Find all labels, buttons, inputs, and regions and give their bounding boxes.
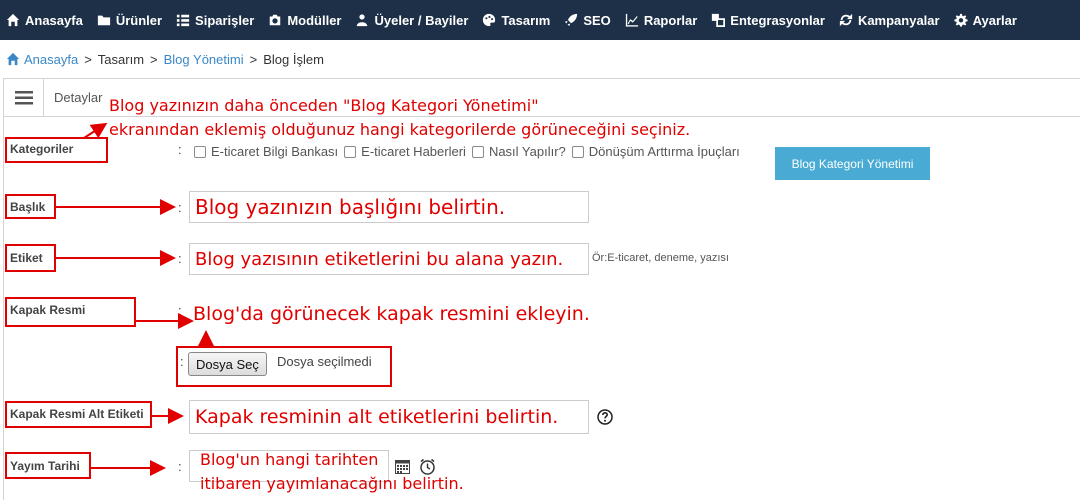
- title-input[interactable]: Blog yazınızın başlığını belirtin.: [189, 191, 589, 223]
- nav-kampanyalar[interactable]: Kampanyalar: [839, 13, 940, 28]
- tags-label-highlight: [5, 244, 56, 272]
- breadcrumb-item-current: Blog İşlem: [263, 51, 324, 67]
- nav-urunler[interactable]: Ürünler: [97, 13, 162, 28]
- category-checkbox[interactable]: [471, 145, 484, 158]
- colon: :: [178, 200, 182, 215]
- blog-category-management-button[interactable]: Blog Kategori Yönetimi: [775, 147, 930, 180]
- palette-icon: [483, 13, 496, 27]
- categories-highlight: [5, 137, 108, 163]
- breadcrumb-separator: >: [84, 51, 92, 67]
- colon: :: [178, 303, 182, 318]
- module-icon: [270, 14, 281, 26]
- breadcrumb-separator: >: [150, 51, 158, 67]
- breadcrumb-home[interactable]: Anasayfa: [24, 52, 78, 67]
- title-label-highlight: [5, 194, 56, 219]
- help-icon[interactable]: [597, 409, 613, 425]
- nav-label: Modüller: [287, 12, 342, 28]
- breadcrumb-item-tasarim[interactable]: Tasarım: [98, 52, 144, 67]
- nav-uyeler[interactable]: Üyeler / Bayiler: [355, 13, 468, 28]
- home-icon: [6, 52, 20, 66]
- nav-siparisler[interactable]: Siparişler: [176, 13, 254, 28]
- hamburger-icon: [14, 90, 33, 104]
- category-option-label: E-ticaret Haberleri: [361, 144, 466, 159]
- breadcrumb-separator: >: [249, 51, 258, 67]
- category-option-label: Nasıl Yapılır?: [488, 144, 566, 159]
- gear-icon: [954, 13, 968, 27]
- cover-alt-input[interactable]: Kapak resminin alt etiketlerini belirtin…: [189, 400, 589, 434]
- category-option-label: E-ticaret Bilgi Bankası: [211, 144, 339, 159]
- top-nav: Anasayfa Ürünler Siparişler Modüller Üye…: [0, 0, 1080, 40]
- users-icon: [357, 14, 368, 27]
- colon: :: [178, 142, 182, 157]
- nav-ayarlar[interactable]: Ayarlar: [954, 13, 1017, 28]
- folder-icon: [97, 15, 110, 26]
- nav-label: Kampanyalar: [857, 12, 940, 28]
- nav-entegrasyonlar[interactable]: Entegrasyonlar: [711, 13, 825, 28]
- breadcrumb-item-blog-yonetimi[interactable]: Blog Yönetimi: [164, 52, 244, 67]
- nav-moduller[interactable]: Modüller: [268, 13, 341, 28]
- cover-image-annotation: Blog'da görünecek kapak resmini ekleyin.: [193, 303, 590, 325]
- category-annotation-line1: Blog yazınızın daha önceden "Blog Katego…: [109, 96, 539, 115]
- publish-date-label-highlight: [5, 452, 91, 479]
- refresh-icon: [839, 13, 853, 27]
- nav-label: Üyeler / Bayiler: [374, 12, 469, 28]
- nav-seo[interactable]: SEO: [564, 12, 611, 28]
- clock-icon[interactable]: [419, 458, 436, 475]
- publish-date-annotation-line2: itibaren yayımlanacağını belirtin.: [200, 474, 464, 493]
- rocket-icon: [565, 13, 578, 27]
- colon: :: [178, 251, 182, 266]
- choose-file-button[interactable]: Dosya Seç: [188, 352, 267, 376]
- cover-alt-label-highlight: [5, 401, 152, 428]
- publish-date-annotation-line1: Blog'un hangi tarihten: [200, 450, 379, 469]
- category-option-label: Dönüşüm Arttırma İpuçları: [588, 144, 740, 159]
- nav-label: Ürünler: [115, 12, 163, 28]
- nav-label: Tasarım: [501, 12, 551, 28]
- breadcrumb: Anasayfa > Tasarım > Blog Yönetimi > Blo…: [6, 50, 324, 68]
- tags-input[interactable]: Blog yazısının etiketlerini bu alana yaz…: [189, 243, 589, 275]
- colon: :: [178, 459, 182, 474]
- home-icon: [6, 13, 20, 27]
- details-panel: Detaylar: [3, 78, 1080, 500]
- menu-toggle-button[interactable]: [4, 79, 44, 116]
- tags-hint: Ör:E-ticaret, deneme, yazısı: [592, 252, 729, 264]
- category-checkbox[interactable]: [571, 145, 584, 158]
- nav-tasarim[interactable]: Tasarım: [482, 13, 550, 28]
- integration-icon: [712, 13, 726, 27]
- category-checkbox[interactable]: [194, 145, 206, 158]
- nav-label: Ayarlar: [972, 12, 1017, 28]
- nav-label: Anasayfa: [25, 12, 83, 28]
- cover-image-label-highlight: [5, 297, 136, 327]
- calendar-icon[interactable]: [395, 459, 410, 474]
- category-checkbox[interactable]: [344, 145, 357, 158]
- file-status: Dosya seçilmedi: [277, 354, 372, 369]
- nav-label: SEO: [583, 12, 611, 28]
- nav-raporlar[interactable]: Raporlar: [625, 13, 697, 28]
- chart-icon: [625, 13, 638, 27]
- category-options: E-ticaret Bilgi Bankası E-ticaret Haberl…: [194, 144, 746, 159]
- list-icon: [176, 14, 190, 27]
- colon: :: [180, 354, 184, 369]
- nav-anasayfa[interactable]: Anasayfa: [6, 13, 83, 28]
- panel-title: Detaylar: [54, 90, 103, 105]
- nav-label: Raporlar: [643, 12, 698, 28]
- category-annotation-line2: ekranından eklemiş olduğunuz hangi kateg…: [109, 120, 691, 139]
- nav-label: Entegrasyonlar: [730, 12, 825, 28]
- nav-label: Siparişler: [195, 12, 255, 28]
